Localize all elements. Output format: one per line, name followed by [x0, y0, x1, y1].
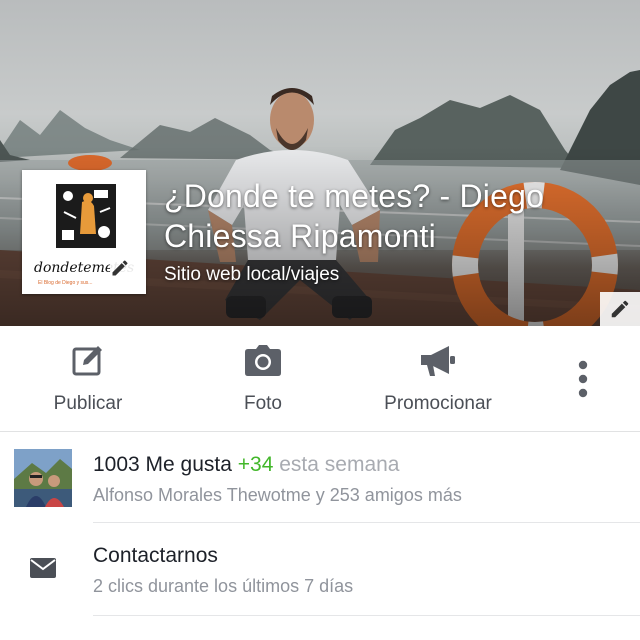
profile-picture[interactable]: dondetemetes El Blog de Diego y sus... — [22, 170, 146, 294]
contact-title: Contactarnos — [93, 544, 218, 567]
likes-row[interactable]: 1003 Me gusta +34 esta semana Alfonso Mo… — [0, 433, 640, 523]
edit-profile-picture-button[interactable] — [110, 258, 144, 292]
publish-label: Publicar — [53, 393, 123, 414]
row-divider — [93, 615, 640, 616]
pencil-icon — [611, 300, 629, 318]
contact-row[interactable]: Contactarnos 2 clics durante los últimos… — [0, 524, 640, 616]
mail-icon — [30, 558, 56, 578]
edit-cover-button[interactable] — [600, 292, 640, 326]
friends-thumbnail — [14, 449, 72, 507]
contact-subtitle: 2 clics durante los últimos 7 días — [93, 576, 354, 596]
likes-count: 1003 Me gusta +34 esta semana — [93, 453, 400, 477]
camera-icon — [245, 345, 281, 376]
next-row[interactable] — [0, 617, 640, 640]
publish-button[interactable]: Publicar — [28, 326, 148, 432]
logo-tagline: El Blog de Diego y sus... — [38, 280, 92, 286]
page-action-bar: Publicar Foto Promocionar — [0, 326, 640, 432]
megaphone-icon — [421, 346, 455, 376]
row-divider — [93, 522, 640, 523]
more-vertical-icon — [578, 360, 588, 398]
photo-button[interactable]: Foto — [203, 326, 323, 432]
more-options-button[interactable] — [560, 326, 606, 432]
photo-label: Foto — [243, 393, 283, 414]
likes-delta: +34 — [237, 453, 274, 476]
compose-icon — [72, 346, 102, 376]
cover-photo[interactable]: dondetemetes El Blog de Diego y sus... ¿… — [0, 0, 640, 326]
promote-label: Promocionar — [384, 393, 492, 414]
promote-button[interactable]: Promocionar — [368, 326, 508, 432]
page-category[interactable]: Sitio web local/viajes — [164, 264, 339, 286]
likes-total: 1003 Me gusta — [93, 453, 232, 476]
likes-friends: Alfonso Morales Thewotme y 253 amigos má… — [93, 485, 462, 505]
pencil-icon — [112, 260, 128, 276]
likes-period: esta semana — [279, 453, 400, 476]
page-title: ¿Donde te metes? - Diego Chiessa Ripamon… — [164, 178, 545, 254]
